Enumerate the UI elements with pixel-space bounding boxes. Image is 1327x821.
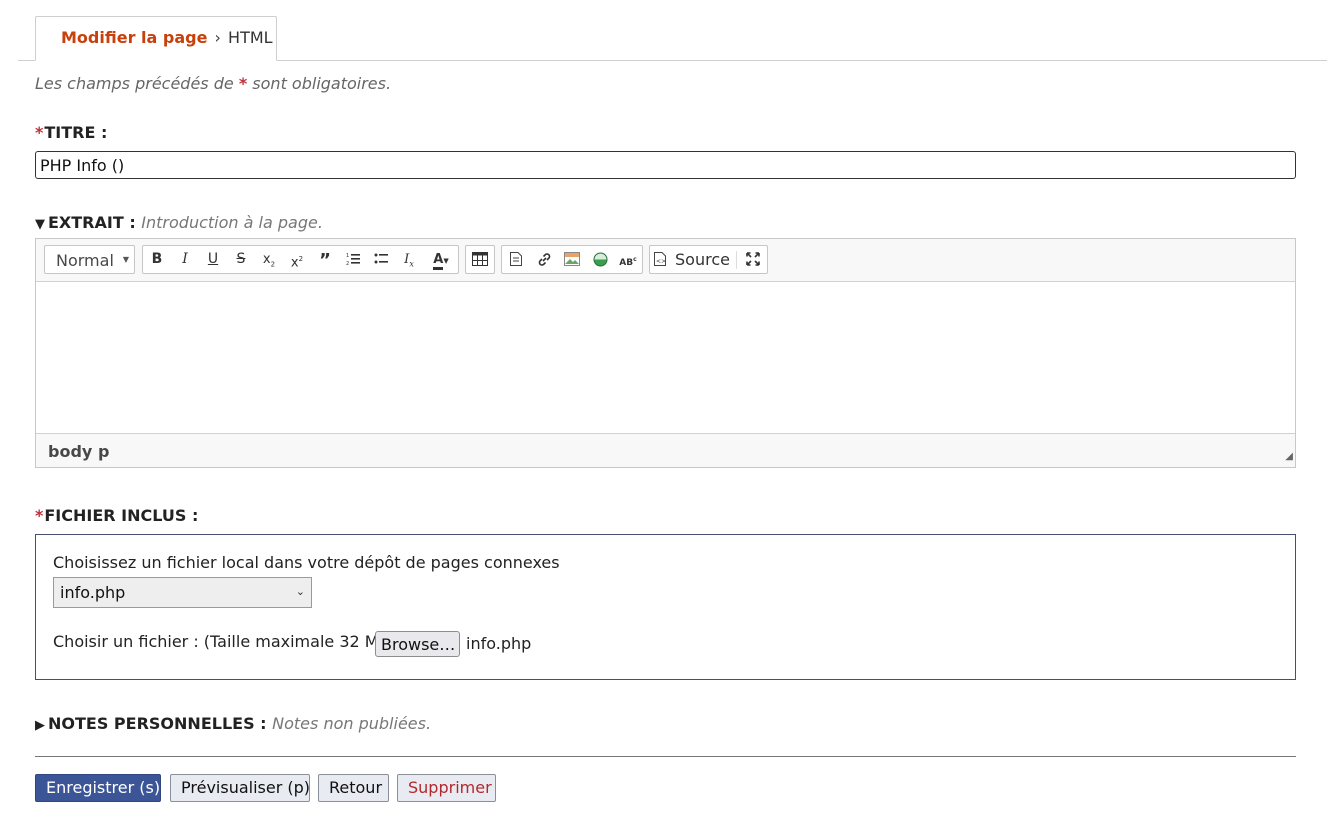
browse-button[interactable]: Browse… bbox=[375, 631, 460, 657]
format-combo[interactable]: Normal ▼ bbox=[44, 245, 135, 274]
bold-icon[interactable]: B bbox=[146, 249, 168, 270]
titre-input[interactable] bbox=[35, 151, 1296, 179]
extrait-label-text: EXTRAIT : bbox=[48, 213, 136, 232]
tab-breadcrumb: Modifier la page › HTML bbox=[35, 16, 277, 61]
bulleted-list-icon[interactable] bbox=[370, 249, 392, 270]
media-icon[interactable] bbox=[589, 249, 611, 270]
link-icon[interactable] bbox=[533, 249, 555, 270]
superscript-icon[interactable]: x2 bbox=[286, 249, 308, 270]
rich-text-editor: Normal ▼ B I U S x2 x2 ” 12 Ix A▼ ABc <>… bbox=[35, 238, 1296, 468]
abbr-icon[interactable]: ABc bbox=[617, 249, 639, 270]
toolbar-group-styles: B I U S x2 x2 ” 12 Ix A▼ bbox=[142, 245, 459, 274]
image-icon[interactable] bbox=[561, 249, 583, 270]
choose-file-instruction: Choisissez un fichier local dans votre d… bbox=[53, 553, 560, 572]
chevron-down-icon: ⌄ bbox=[295, 585, 305, 598]
format-combo-value: Normal bbox=[56, 251, 114, 270]
titre-label: *TITRE : bbox=[35, 123, 107, 142]
delete-button[interactable]: Supprimer bbox=[397, 774, 496, 802]
path-item-p[interactable]: p bbox=[98, 442, 109, 461]
required-star: * bbox=[35, 506, 44, 525]
resize-handle-icon[interactable]: ◢ bbox=[1285, 451, 1293, 462]
note-text-before: Les champs précédés de bbox=[35, 74, 234, 93]
underline-icon[interactable]: U bbox=[202, 249, 224, 270]
save-button[interactable]: Enregistrer (s) bbox=[35, 774, 161, 802]
path-item-body[interactable]: body bbox=[48, 442, 92, 461]
note-text-after: sont obligatoires. bbox=[252, 74, 392, 93]
source-icon[interactable]: <> bbox=[653, 249, 667, 270]
collapse-triangle-icon: ▼ bbox=[35, 217, 45, 232]
fichier-label-text: FICHIER INCLUS : bbox=[44, 506, 199, 525]
divider bbox=[35, 756, 1296, 757]
breadcrumb-current: HTML bbox=[228, 28, 273, 47]
required-star: * bbox=[238, 74, 248, 93]
preview-button[interactable]: Prévisualiser (p) bbox=[170, 774, 310, 802]
toolbar-group-insert: ABc bbox=[501, 245, 643, 274]
notes-hint: Notes non publiées. bbox=[272, 714, 432, 733]
expand-triangle-icon: ▶ bbox=[35, 718, 45, 733]
svg-text:1: 1 bbox=[346, 253, 349, 259]
notes-label-text: NOTES PERSONNELLES : bbox=[48, 714, 267, 733]
toolbar-group-source: <> Source bbox=[649, 245, 768, 274]
required-fields-note: Les champs précédés de * sont obligatoir… bbox=[35, 74, 391, 93]
file-select-value: info.php bbox=[60, 583, 126, 602]
numbered-list-icon[interactable]: 12 bbox=[342, 249, 364, 270]
editor-content-area[interactable] bbox=[36, 282, 1295, 433]
fichier-label: *FICHIER INCLUS : bbox=[35, 506, 198, 525]
extrait-toggle[interactable]: ▼ EXTRAIT : Introduction à la page. bbox=[35, 213, 323, 232]
remove-format-icon[interactable]: Ix bbox=[398, 249, 420, 270]
breadcrumb-separator: › bbox=[214, 28, 221, 47]
blockquote-icon[interactable]: ” bbox=[314, 249, 336, 271]
strike-icon[interactable]: S bbox=[230, 249, 252, 270]
template-icon[interactable] bbox=[505, 249, 527, 270]
notes-toggle[interactable]: ▶ NOTES PERSONNELLES : Notes non publiées… bbox=[35, 714, 431, 733]
required-star: * bbox=[35, 123, 44, 142]
source-button-label[interactable]: Source bbox=[675, 250, 730, 269]
subscript-icon[interactable]: x2 bbox=[258, 249, 280, 270]
titre-label-text: TITRE : bbox=[44, 123, 108, 142]
toolbar-group-table bbox=[465, 245, 495, 274]
svg-text:2: 2 bbox=[346, 261, 349, 266]
extrait-hint: Introduction à la page. bbox=[141, 213, 323, 232]
italic-icon[interactable]: I bbox=[174, 249, 196, 270]
editor-path-bar: body p ◢ bbox=[36, 433, 1295, 467]
combo-caret-icon: ▼ bbox=[122, 255, 129, 264]
selected-file-name: info.php bbox=[466, 634, 532, 653]
table-icon[interactable] bbox=[469, 249, 491, 270]
back-button[interactable]: Retour bbox=[318, 774, 389, 802]
upload-label: Choisir un fichier : (Taille maximale 32… bbox=[53, 632, 396, 651]
editor-toolbar: Normal ▼ B I U S x2 x2 ” 12 Ix A▼ ABc <>… bbox=[36, 239, 1295, 282]
text-color-icon[interactable]: A▼ bbox=[426, 249, 456, 270]
svg-text:<>: <> bbox=[656, 258, 666, 265]
maximize-icon[interactable] bbox=[742, 249, 764, 270]
breadcrumb-link-modifier[interactable]: Modifier la page bbox=[61, 28, 207, 47]
toolbar-separator bbox=[736, 251, 737, 269]
file-select[interactable]: info.php ⌄ bbox=[53, 577, 312, 608]
